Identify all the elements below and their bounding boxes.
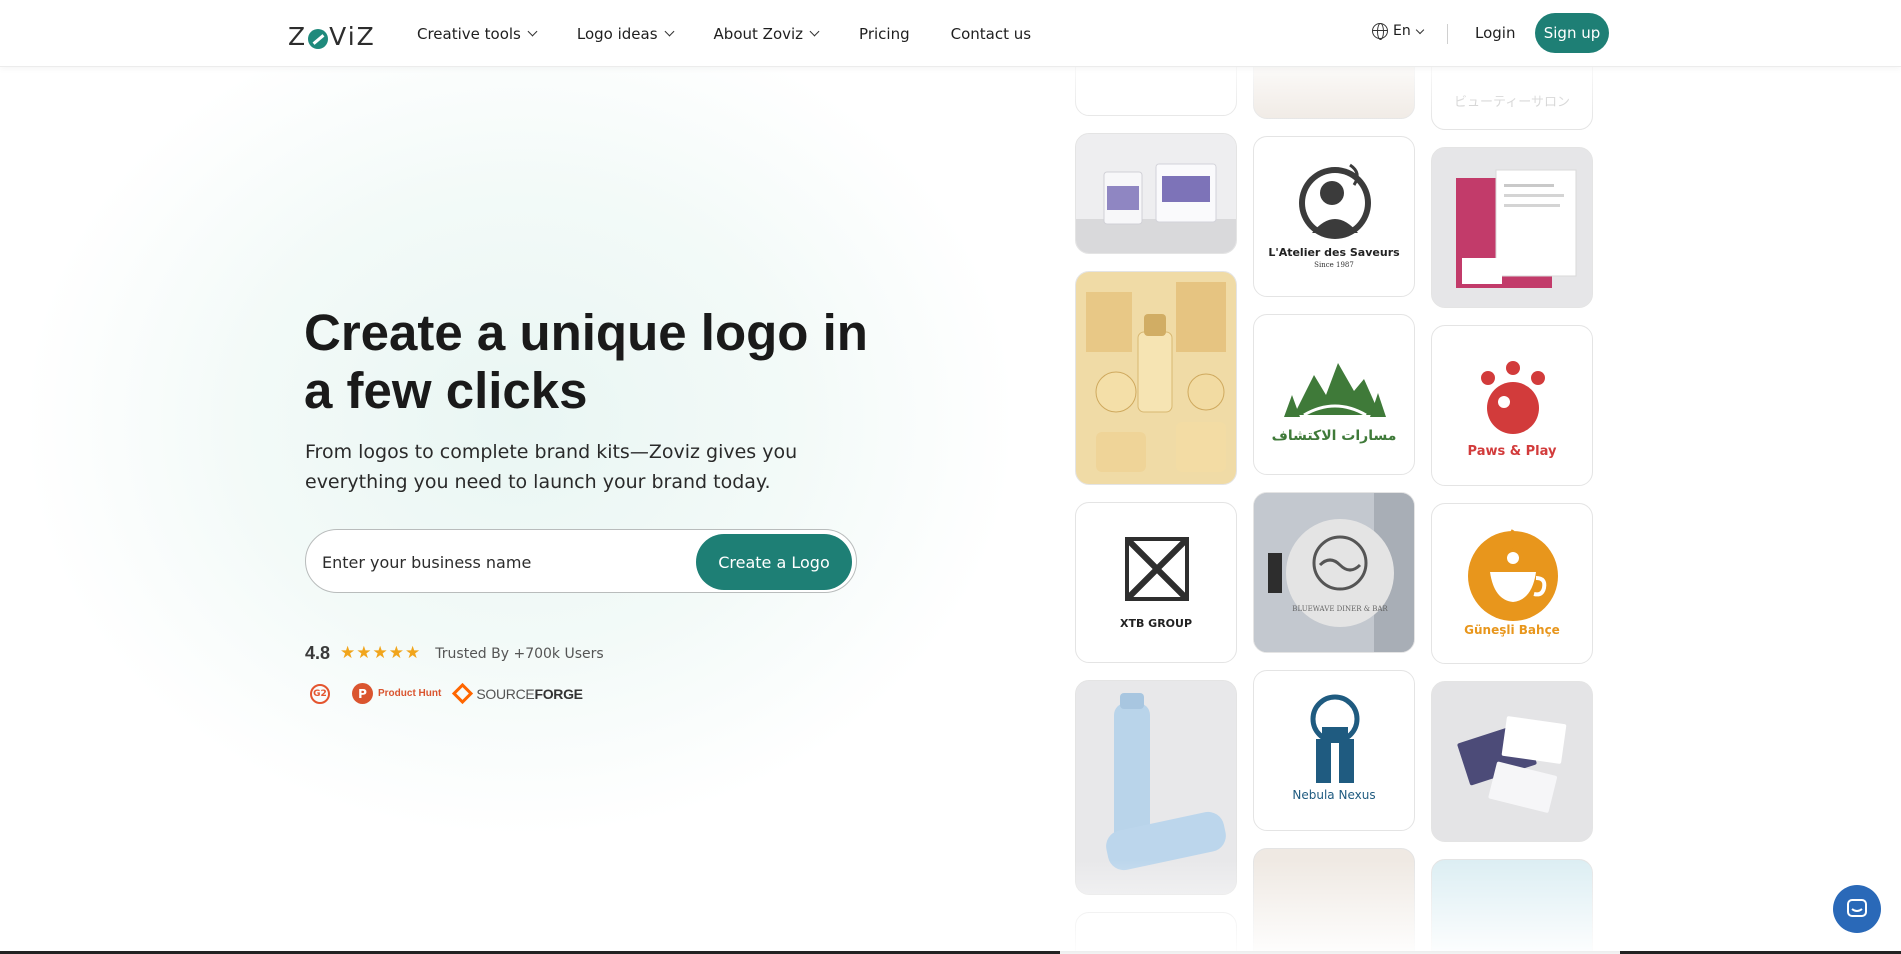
cosmetics-mockup-card[interactable] (1075, 271, 1237, 485)
nav-divider (1447, 24, 1448, 44)
review-badges: G2 P Product Hunt SOURCEFORGE (310, 682, 583, 705)
logo-o-icon (308, 28, 329, 49)
candle-mockup-card[interactable] (1075, 133, 1237, 254)
bluewave-sign-image: BLUEWAVE DINER & BAR (1254, 493, 1414, 652)
letter-mockup-card[interactable] (1431, 859, 1593, 954)
sourceforge-badge[interactable]: SOURCEFORGE (452, 682, 583, 705)
nav-label: Logo ideas (576, 24, 658, 43)
login-link[interactable]: Login (1475, 24, 1515, 42)
logo-text-right: ViZ (329, 22, 376, 51)
business-card-mockup-image (1432, 682, 1592, 841)
bluewave-label: BLUEWAVE DINER & BAR (1292, 605, 1388, 613)
xtb-logo-card[interactable]: XTB GROUP (1075, 502, 1237, 663)
logo-card-faded-bottom[interactable] (1075, 912, 1237, 954)
arabic-logo-label: مسارات الاكتشاف (1271, 428, 1397, 444)
coffee-cup-logo-icon (1468, 529, 1558, 621)
nav-label: Pricing (859, 24, 910, 43)
sourceforge-icon (452, 682, 474, 705)
cosmetics-mockup-image (1076, 272, 1236, 484)
chevron-down-icon (664, 26, 674, 37)
nav-label: About Zoviz (713, 24, 804, 43)
star-icon: ★ (340, 643, 356, 663)
hero-subtitle: From logos to complete brand kits—Zoviz … (305, 437, 865, 497)
rating-row: 4.8 ★ ★ ★ ★ ★ Trusted By +700k Users (305, 643, 604, 664)
top-navbar: Z ViZ Creative tools Logo ideas About Zo… (0, 0, 1901, 67)
atelier-since-label: Since 1987 (1314, 261, 1354, 269)
xtb-logo-label: XTB GROUP (1119, 617, 1193, 630)
chat-icon[interactable] (1833, 885, 1881, 933)
nebula-logo-label: Nebula Nexus (1292, 788, 1376, 802)
star-icon: ★ (388, 643, 405, 663)
rating-stars: ★ ★ ★ ★ ★ (340, 645, 421, 662)
gunesli-logo-label: Güneşli Bahçe (1464, 623, 1560, 637)
logo-text-left: Z (288, 22, 308, 51)
globe-icon (1372, 23, 1388, 40)
nav-label: Creative tools (417, 24, 521, 43)
chat-bubble-icon (1847, 899, 1867, 917)
create-logo-button[interactable]: Create a Logo (696, 534, 852, 590)
hero-subtitle-line1: From logos to complete brand kits—Zoviz … (305, 441, 798, 463)
g2-logo-icon[interactable]: G2 (310, 683, 330, 704)
nav-about-zoviz[interactable]: About Zoviz (713, 24, 820, 43)
atelier-logo-label: L'Atelier des Saveurs (1268, 246, 1400, 259)
star-icon: ★ (356, 643, 372, 663)
producthunt-label: Product Hunt (378, 688, 442, 699)
business-card-mockup-card[interactable] (1431, 681, 1593, 842)
trusted-by-text: Trusted By +700k Users (435, 645, 604, 662)
sourceforge-label: SOURCEFORGE (476, 685, 583, 702)
signup-button[interactable]: Sign up (1535, 13, 1609, 53)
chevron-down-icon (1415, 25, 1424, 34)
nav-contact-us[interactable]: Contact us (951, 25, 1031, 43)
business-name-input[interactable] (322, 542, 682, 582)
language-selector[interactable]: En (1372, 23, 1424, 40)
chef-logo-icon (1299, 163, 1371, 239)
zoviz-logo[interactable]: Z ViZ (288, 22, 376, 51)
stationery-mockup-image (1432, 148, 1592, 307)
bottle-mockup-card[interactable] (1075, 680, 1237, 895)
sourceforge-bold: FORGE (534, 685, 583, 702)
nav-logo-ideas[interactable]: Logo ideas (576, 24, 674, 43)
nav-pricing[interactable]: Pricing (859, 25, 910, 43)
hero-background (0, 0, 1901, 954)
producthunt-badge[interactable]: P Product Hunt (352, 683, 441, 704)
paws-logo-label: Paws & Play (1467, 444, 1557, 459)
paws-logo-card[interactable]: Paws & Play (1431, 325, 1593, 486)
beauty-salon-label: ビューティーサロン (1454, 95, 1570, 110)
producthunt-icon: P (352, 683, 373, 704)
sourceforge-light: SOURCE (476, 685, 535, 702)
paw-logo-icon (1481, 361, 1545, 434)
star-icon: ★ (405, 643, 421, 663)
nav-label: Contact us (950, 24, 1032, 43)
main-nav: Creative tools Logo ideas About Zoviz Pr… (417, 0, 1072, 67)
star-icon: ★ (372, 643, 388, 663)
rating-value: 4.8 (305, 643, 331, 663)
nebula-logo-icon (1310, 694, 1360, 783)
bluewave-sign-card[interactable]: BLUEWAVE DINER & BAR (1253, 492, 1415, 653)
language-label: En (1393, 23, 1411, 39)
hero-title-line2: a few clicks (304, 362, 588, 419)
bottle-mockup-image (1076, 681, 1236, 894)
coffee-mockup-card-bottom[interactable] (1253, 848, 1415, 954)
gunesli-logo-card[interactable]: Güneşli Bahçe (1431, 503, 1593, 664)
atelier-logo-card[interactable]: L'Atelier des Saveurs Since 1987 (1253, 136, 1415, 297)
arabic-logo-card[interactable]: مسارات الاكتشاف (1253, 314, 1415, 475)
chevron-down-icon (809, 26, 820, 37)
nebula-logo-card[interactable]: Nebula Nexus (1253, 670, 1415, 831)
business-name-form: Create a Logo (305, 529, 857, 593)
nav-creative-tools[interactable]: Creative tools (417, 24, 538, 43)
candle-mockup-image (1076, 134, 1236, 253)
stationery-mockup-card[interactable] (1431, 147, 1593, 308)
hero-title: Create a unique logo in a few clicks (304, 304, 884, 420)
hero-title-line1: Create a unique logo in (304, 304, 868, 361)
chevron-down-icon (527, 26, 538, 37)
hero-subtitle-line2: everything you need to launch your brand… (305, 471, 771, 493)
